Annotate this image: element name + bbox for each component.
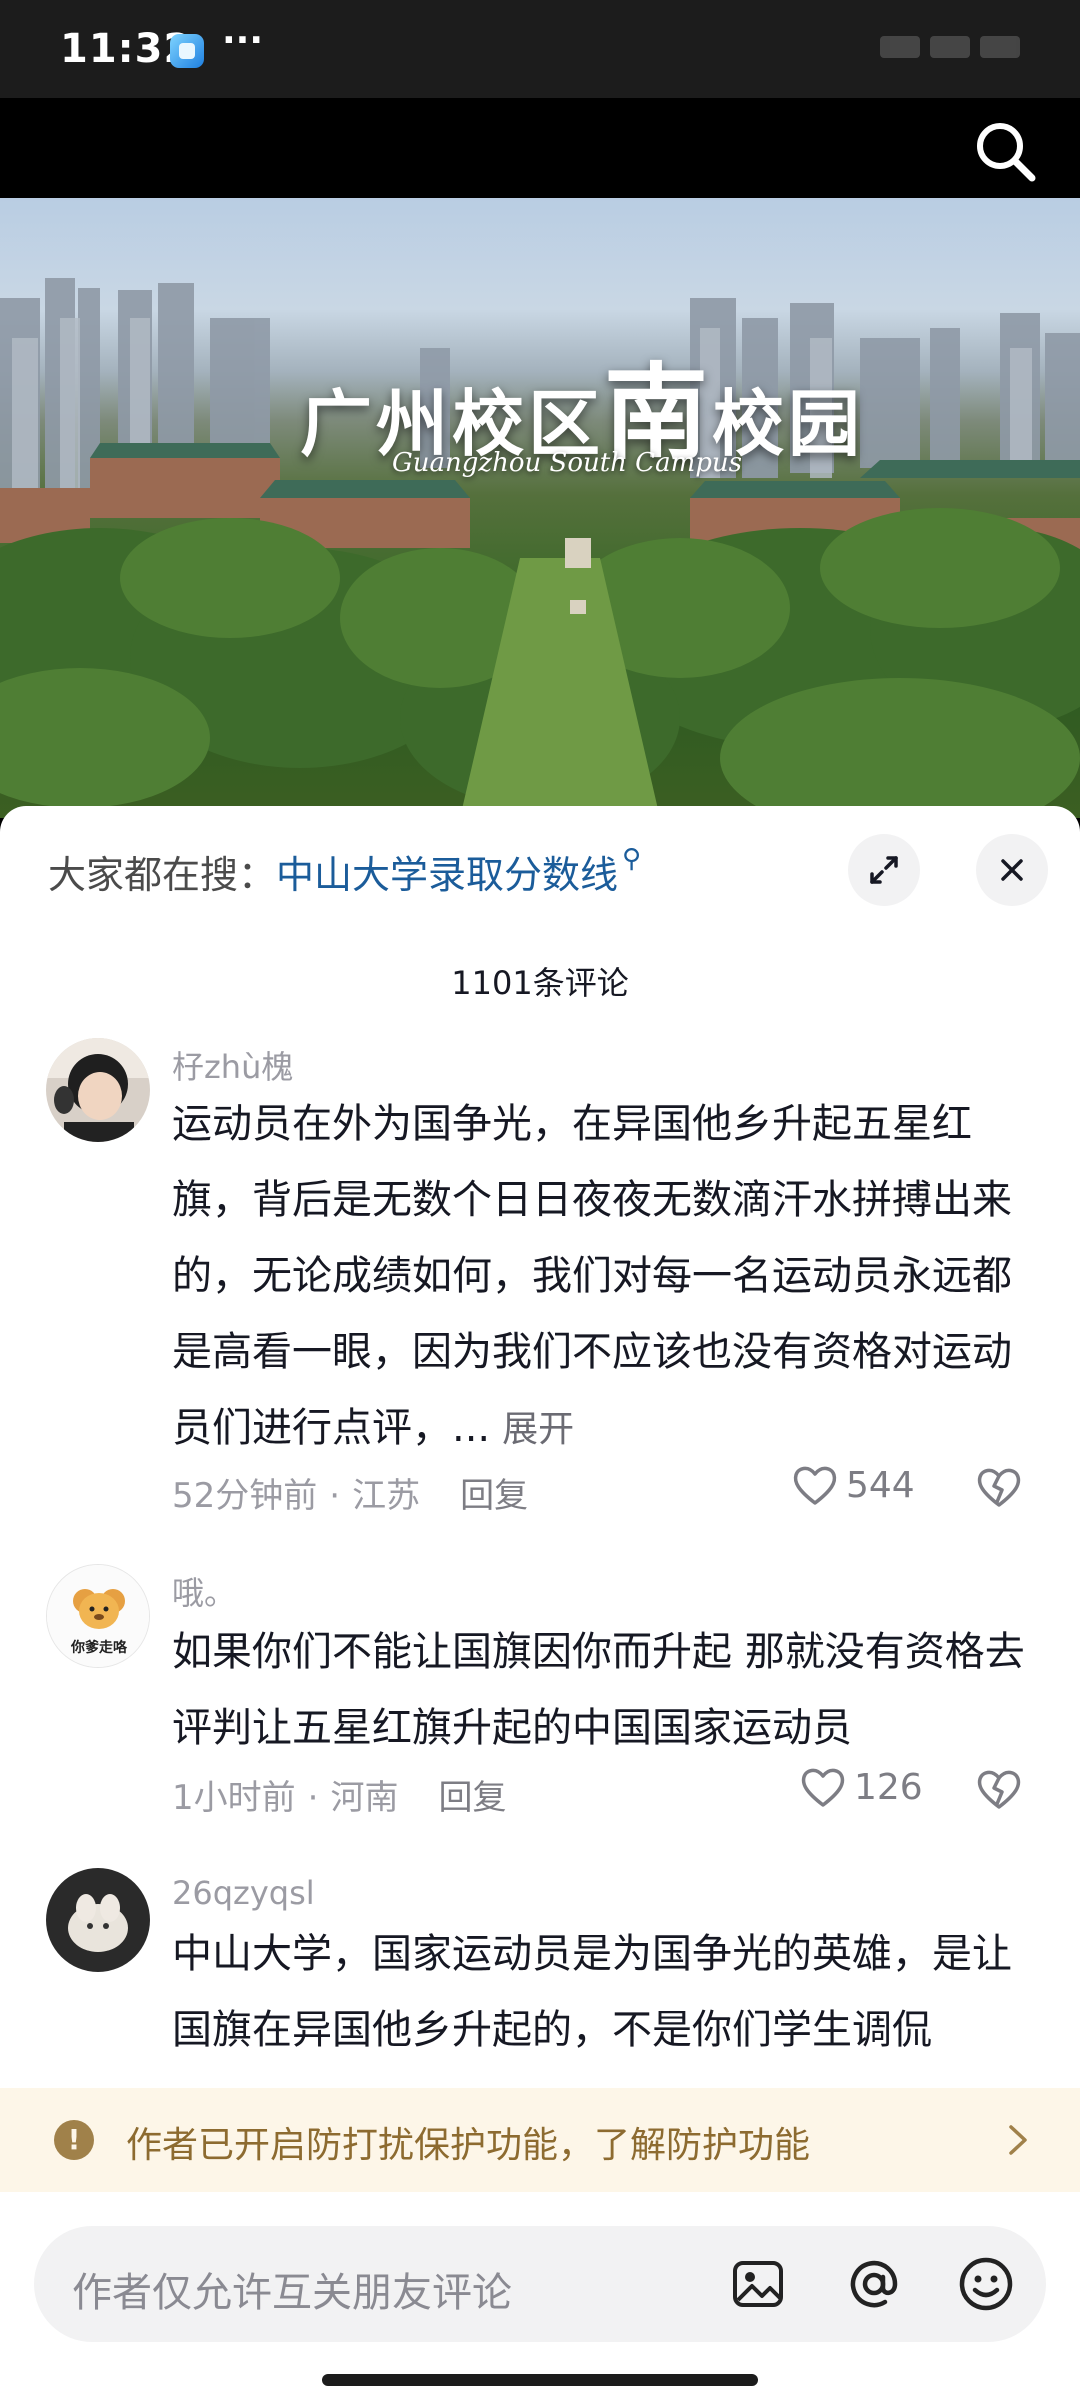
like-count: 544 <box>846 1464 915 1506</box>
expand-icon <box>870 856 898 884</box>
alert-icon: ! <box>54 2120 94 2160</box>
broken-heart-icon <box>977 1468 1021 1507</box>
heart-icon <box>801 1768 845 1807</box>
campus-aerial-image <box>0 278 1080 818</box>
like-button[interactable]: 544 <box>792 1464 915 1506</box>
search-icon[interactable] <box>970 116 1040 186</box>
like-count: 126 <box>854 1766 923 1808</box>
comment-time: 52分钟前 <box>172 1476 318 1516</box>
avatar-badge-text: 你爹走咯 <box>71 1640 127 1656</box>
video-player[interactable]: 广州校区南校园 Guangzhou South Campus <box>0 198 1080 818</box>
expand-comment-link[interactable]: 展开 <box>502 1409 574 1450</box>
suggested-search[interactable]: 大家都在搜：中山大学录取分数线 ⚲ <box>48 844 641 899</box>
app-notification-icon <box>170 34 204 68</box>
home-indicator[interactable] <box>322 2374 758 2386</box>
dislike-button[interactable] <box>976 1768 1022 1814</box>
like-button[interactable]: 126 <box>800 1766 923 1808</box>
comment-item: 杍zhù槐 运动员在外为国争光，在异国他乡升起五星红旗，背后是无数个日日夜夜无数… <box>0 1038 1080 1451</box>
suggested-search-label: 大家都在搜： <box>48 853 277 897</box>
mention-icon[interactable] <box>842 2252 906 2316</box>
comment-input-placeholder: 作者仅允许互关朋友评论 <box>72 2270 512 2316</box>
comment-input[interactable]: 作者仅允许互关朋友评论 <box>34 2226 1046 2342</box>
comment-username[interactable]: 26qzyqsl <box>172 1874 315 1912</box>
comment-username[interactable]: 哦。 <box>172 1568 236 1614</box>
comment-input-bar: 作者仅允许互关朋友评论 <box>0 2192 1080 2401</box>
video-subtitle-overlay: Guangzhou South Campus <box>392 448 742 478</box>
comment-count: 1101条评论 <box>451 964 629 1002</box>
comment-meta: 1小时前 · 河南 回复 <box>172 1778 507 1818</box>
close-button[interactable] <box>976 834 1048 906</box>
comment-meta: 52分钟前 · 江苏 回复 <box>172 1476 529 1516</box>
avatar[interactable] <box>46 1038 150 1142</box>
search-small-icon: ⚲ <box>622 844 642 874</box>
reply-button[interactable]: 回复 <box>460 1476 528 1516</box>
expand-button[interactable] <box>848 834 920 906</box>
comment-text: 如果你们不能让国旗因你而升起 那就没有资格去评判让五星红旗升起的中国国家运动员 <box>172 1629 1025 1751</box>
dislike-button[interactable] <box>976 1466 1022 1512</box>
status-bar: 11:32 ··· <box>0 0 1080 98</box>
comment-username[interactable]: 杍zhù槐 <box>172 1042 293 1088</box>
heart-icon <box>793 1466 837 1505</box>
chevron-right-icon <box>1006 2122 1030 2162</box>
comment-text: 中山大学，国家运动员是为国争光的英雄，是让国旗在异国他乡升起的，不是你们学生调侃 <box>172 1931 1012 2053</box>
broken-heart-icon <box>977 1770 1021 1809</box>
avatar[interactable] <box>46 1868 150 1972</box>
suggested-search-keyword[interactable]: 中山大学录取分数线 <box>276 853 618 897</box>
emoji-icon[interactable] <box>954 2252 1018 2316</box>
protection-notice-banner[interactable]: ! 作者已开启防打扰保护功能，了解防护功能 <box>0 2088 1080 2192</box>
comment-location: 江苏 <box>352 1476 421 1516</box>
close-icon <box>1001 859 1023 881</box>
comment-text: 运动员在外为国争光，在异国他乡升起五星红旗，背后是无数个日日夜夜无数滴汗水拼搏出… <box>172 1101 1012 1451</box>
comment-location: 河南 <box>330 1778 399 1818</box>
comments-sheet: 大家都在搜：中山大学录取分数线 ⚲ 1101条评论 杍zhù槐 运动员在外为国争… <box>0 806 1080 2401</box>
reply-button[interactable]: 回复 <box>438 1778 506 1818</box>
video-top-bar <box>0 98 1080 198</box>
more-notifications-icon: ··· <box>222 20 264 61</box>
status-indicators <box>880 36 1030 64</box>
avatar[interactable]: 你爹走咯 <box>46 1564 150 1668</box>
image-icon[interactable] <box>726 2252 790 2316</box>
protection-notice-text: 作者已开启防打扰保护功能，了解防护功能 <box>126 2125 811 2166</box>
comment-time: 1小时前 <box>172 1778 296 1818</box>
